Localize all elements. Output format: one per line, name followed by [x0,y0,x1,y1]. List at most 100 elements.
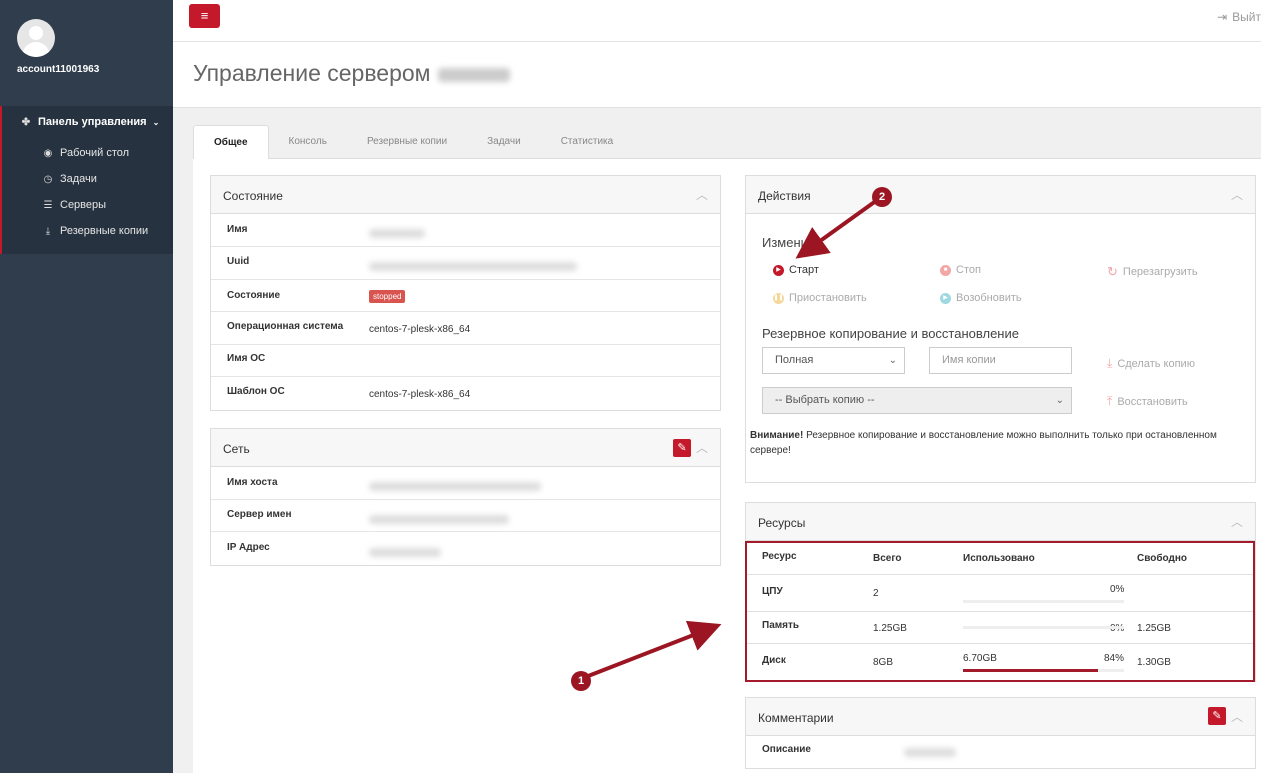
usage-progress-fill [963,669,1099,672]
collapse-icon[interactable]: ︿ [696,439,708,456]
col-header-used: Использовано [963,553,1035,564]
table-row: Память 1.25GB 0% 1.25GB [747,611,1253,643]
resource-used: 6.70GB [963,653,997,664]
pause-icon: ❚❚ [773,292,784,304]
annotation-marker-1: 1 [571,671,591,691]
start-button[interactable]: ▶ Старт [773,264,819,276]
row-label: Состояние [227,290,281,301]
resources-panel: Ресурсы ︿ Ресурс Всего Использовано Своб… [745,502,1256,682]
collapse-icon[interactable]: ︿ [696,186,708,203]
resource-name: ЦПУ [762,586,783,597]
pause-label: Приостановить [789,292,867,304]
redacted-value [369,548,441,557]
panel-title: Комментарии [758,711,834,725]
panel-title: Состояние [223,189,283,203]
menu-toggle-button[interactable]: ≡ [189,4,220,28]
avatar[interactable] [17,19,55,57]
edit-network-button[interactable]: ✎ [673,439,691,457]
stop-button[interactable]: ■ Стоп [940,264,981,276]
resource-pct: 84% [1104,653,1125,664]
dashboard-icon: ◉ [43,147,53,159]
resume-button[interactable]: ▶ Возобновить [940,292,1022,304]
resume-label: Возобновить [956,292,1022,304]
redacted-value [904,748,956,757]
tab-backups[interactable]: Резервные копии [347,125,467,159]
collapse-icon[interactable]: ︿ [1231,513,1243,530]
redacted-value [369,515,509,524]
sidebar-item-backups[interactable]: ⤓ Резервные копии [42,225,148,237]
make-backup-button[interactable]: ⤓ Сделать копию [1107,356,1195,371]
backup-name-input[interactable]: Имя копии [929,347,1072,374]
backup-heading: Резервное копирование и восстановление [762,326,1019,341]
pencil-icon: ✎ [1212,710,1222,722]
tab-console[interactable]: Консоль [269,125,347,159]
select-backup-value: -- Выбрать копию -- [775,394,875,406]
sidebar-item-label: Резервные копии [60,225,149,237]
restore-button[interactable]: ⤒ Восстановить [1107,394,1188,409]
redacted-value [369,482,541,491]
resources-table: Ресурс Всего Использовано Свободно ЦПУ 2… [745,541,1255,682]
backup-type-value: Полная [775,354,814,366]
resource-total: 8GB [873,657,894,668]
restart-button[interactable]: ↻ Перезагрузить [1107,264,1198,280]
sidebar-item-servers[interactable]: ☰ Серверы [42,199,107,211]
collapse-icon[interactable]: ︿ [1231,186,1243,203]
table-row: Диск 8GB 6.70GB 84% 1.30GB [747,643,1253,680]
row-label: Операционная система [227,321,344,332]
nav-control-panel[interactable]: ✤ Панель управления ⌄ [20,116,160,128]
download-icon: ⤓ [1107,356,1113,370]
state-panel: Состояние ︿ Имя Uuid Состояние stopped О… [210,175,721,411]
usage-progress-bar [963,626,1124,629]
collapse-icon[interactable]: ︿ [1231,708,1243,725]
row-label: Сервер имен [227,509,292,520]
upload-icon: ⤒ [1107,394,1113,408]
page-title: Управление сервером [193,60,511,87]
refresh-icon: ↻ [1107,264,1118,279]
sidebar-item-tasks[interactable]: ◷ Задачи [42,173,97,185]
resource-total: 2 [873,588,879,599]
col-header-total: Всего [873,553,902,564]
change-heading: Изменить [762,235,821,250]
download-icon: ⤓ [45,225,51,237]
info-row: Состояние stopped [211,280,720,312]
hamburger-icon: ≡ [200,8,209,23]
backup-warning: Внимание! Резервное копирование и восста… [750,428,1220,458]
clock-icon: ◷ [43,173,53,185]
backup-name-placeholder: Имя копии [942,354,996,366]
resource-pct: 0% [1110,584,1125,595]
sidebar-item-label: Серверы [60,199,107,211]
page-header: Управление сервером [173,42,1261,108]
edit-comments-button[interactable]: ✎ [1208,707,1226,725]
resource-name: Память [762,620,800,631]
info-row: Имя ОС [211,345,720,377]
sidebar-item-label: Задачи [60,173,97,185]
table-row: ЦПУ 2 0% [747,574,1253,611]
backup-type-select[interactable]: Полная ⌄ [762,347,905,374]
chevron-down-icon: ⌄ [152,117,160,127]
logout-link[interactable]: ⇥ Выйт [1217,10,1261,24]
pause-button[interactable]: ❚❚ Приостановить [773,292,867,304]
col-header-resource: Ресурс [762,551,797,562]
tab-general[interactable]: Общее [193,125,269,159]
redacted-value [369,229,425,238]
tab-tasks[interactable]: Задачи [467,125,541,159]
tab-bar: Общее Консоль Резервные копии Задачи Ста… [193,125,633,159]
sidebar-item-dashboard[interactable]: ◉ Рабочий стол [42,147,129,159]
annotation-marker-2: 2 [872,187,892,207]
cubes-icon: ✤ [21,116,31,128]
warning-text: Резервное копирование и восстановление м… [750,430,1217,456]
account-name: account11001963 [17,64,100,75]
panel-title: Сеть [223,442,250,456]
tab-statistics[interactable]: Статистика [541,125,634,159]
info-row: Описание [746,736,1255,768]
sign-out-icon: ⇥ [1217,10,1228,24]
network-panel: Сеть ✎ ︿ Имя хоста Сервер имен IP Адрес [210,428,721,566]
resource-free: 1.25GB [1137,623,1171,634]
info-row: Операционная система centos-7-plesk-x86_… [211,312,720,345]
chevron-down-icon: ⌄ [1055,395,1064,406]
info-row: Uuid [211,247,720,280]
resource-free: 1.30GB [1137,657,1171,668]
select-backup-dropdown[interactable]: -- Выбрать копию -- ⌄ [762,387,1072,414]
pencil-icon: ✎ [677,442,687,454]
comments-panel: Комментарии ✎ ︿ Описание [745,697,1256,769]
